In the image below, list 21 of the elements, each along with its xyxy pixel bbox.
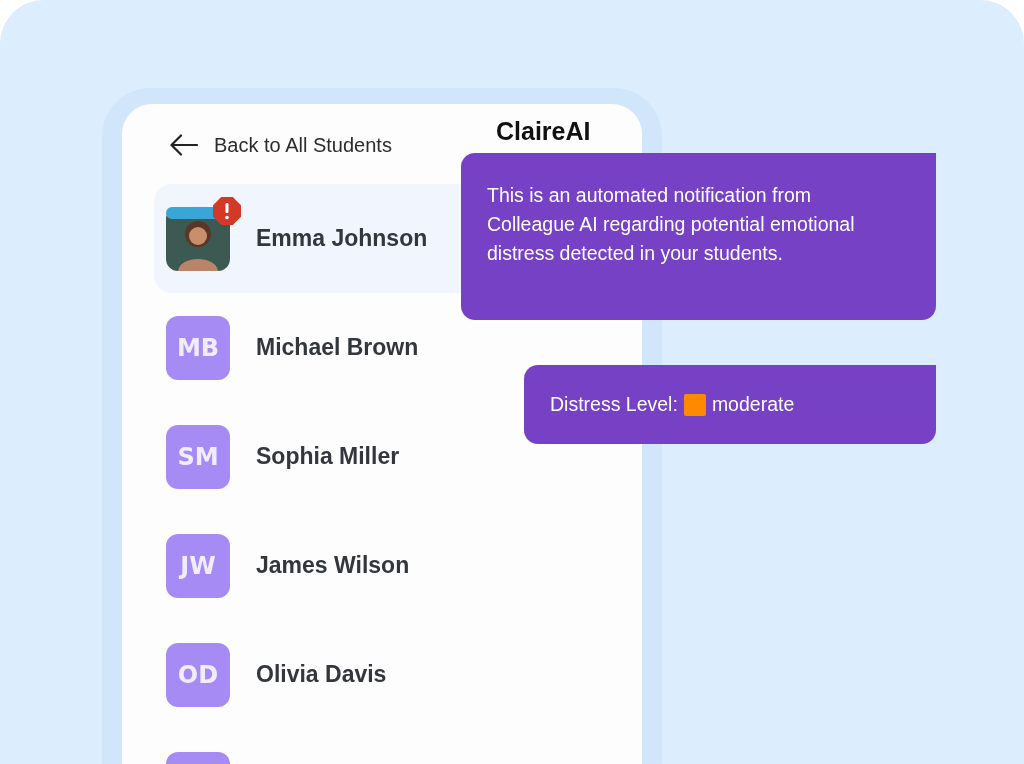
student-name: Michael Brown [256,334,419,361]
avatar-silhouette [166,206,230,271]
initials-avatar: OD [166,642,230,707]
student-row[interactable]: JW James Wilson [154,511,422,620]
initials-avatar: SM [166,424,230,489]
initials-avatar: JW [166,533,230,598]
app-title: ClaireAI [496,116,591,146]
distress-label: Distress Level: [550,393,678,416]
student-name: Sophia Miller [256,443,400,470]
back-arrow-icon [170,134,198,156]
student-row[interactable]: MB Michael Brown [154,293,431,402]
student-name: Emma Johnson [256,225,428,252]
student-row[interactable]: OD Olivia Davis [154,620,399,729]
back-link[interactable]: Back to All Students [154,133,496,157]
distress-value: moderate [711,393,795,416]
student-row[interactable]: Emma Johnson [154,184,461,293]
student-name: Olivia Davis [256,661,387,688]
message-text: This is an automated notification from Colleague AI regarding potential emotional distress detected in your students. [487,184,855,264]
student-name: James Wilson [256,552,410,579]
initials-avatar: MB [166,315,230,380]
student-row[interactable]: SM Sophia Miller [154,402,412,511]
